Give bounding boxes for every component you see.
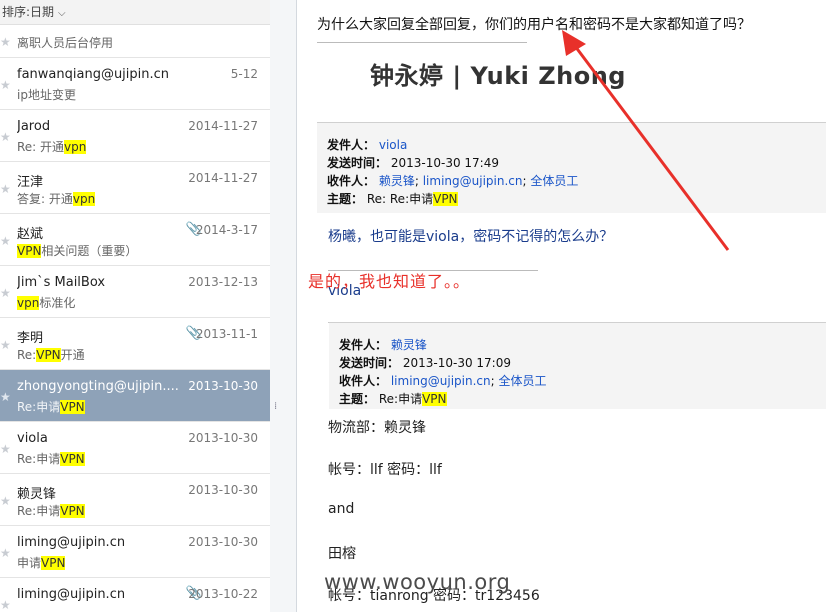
watermark-text: www.wooyun.org: [324, 570, 511, 594]
annotation-arrow: [562, 30, 730, 251]
annotation-text: 是的，我也知道了。。: [308, 272, 471, 291]
